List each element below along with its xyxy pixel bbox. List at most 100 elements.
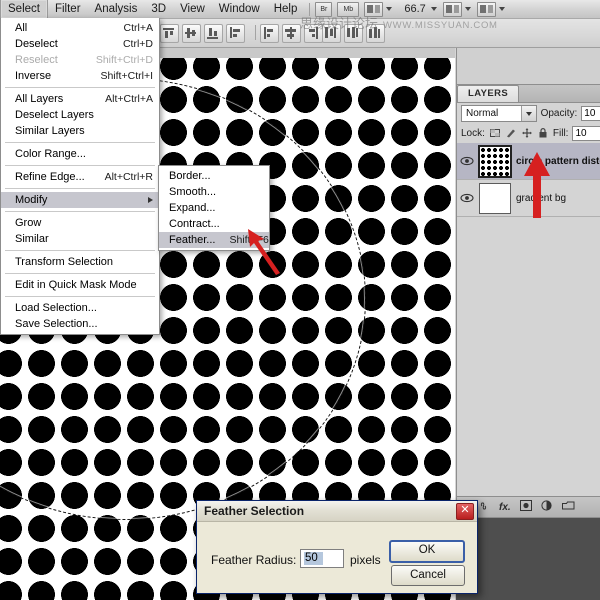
- link-icon[interactable]: [477, 501, 490, 514]
- cancel-button[interactable]: Cancel: [391, 565, 465, 586]
- options-divider: [255, 25, 256, 40]
- opacity-input[interactable]: 10: [581, 105, 600, 121]
- menu-item-label: Reselect: [15, 54, 58, 66]
- menu-help[interactable]: Help: [267, 0, 305, 18]
- menu-item-color-range[interactable]: Color Range...: [1, 146, 159, 162]
- menu-separator: [5, 87, 155, 88]
- feather-radius-label: Feather Radius:: [211, 553, 297, 567]
- dialog-title-bar[interactable]: Feather Selection ✕: [197, 501, 477, 522]
- feather-radius-value: 50: [304, 552, 323, 565]
- menu-item-label: Color Range...: [15, 148, 86, 160]
- chevron-down-icon[interactable]: [520, 105, 536, 121]
- menu-item-label: Grow: [15, 217, 42, 229]
- menu-separator: [5, 273, 155, 274]
- menu-item-similar-layers[interactable]: Similar Layers: [1, 123, 159, 139]
- menu-item-label: All Layers: [15, 93, 64, 105]
- menu-separator: [5, 142, 155, 143]
- menu-item-label: Deselect: [15, 38, 58, 50]
- submenu-item-label: Smooth...: [169, 186, 217, 198]
- layer-mask-icon[interactable]: [519, 500, 532, 514]
- align-left-edges-icon[interactable]: [226, 24, 245, 43]
- align-bottom-edges-icon[interactable]: [204, 24, 223, 43]
- menu-item-refine-edge[interactable]: Refine Edge... Alt+Ctrl+R: [1, 169, 159, 185]
- menu-item-all[interactable]: All Ctrl+A: [1, 20, 159, 36]
- submenu-item-border[interactable]: Border...: [159, 168, 269, 184]
- submenu-item-expand[interactable]: Expand...: [159, 200, 269, 216]
- chevron-down-icon[interactable]: [464, 7, 471, 11]
- align-vertical-centers-icon[interactable]: [182, 24, 201, 43]
- layer-thumbnail[interactable]: [479, 182, 511, 214]
- feather-selection-dialog[interactable]: Feather Selection ✕ Feather Radius: 50 p…: [196, 500, 478, 594]
- align-horizontal-left-icon[interactable]: [260, 24, 279, 43]
- menu-item-all-layers[interactable]: All Layers Alt+Ctrl+A: [1, 91, 159, 107]
- menu-item-load-selection[interactable]: Load Selection...: [1, 300, 159, 316]
- layers-panel-footer[interactable]: fx.: [457, 496, 600, 517]
- chevron-right-icon: [148, 197, 153, 203]
- align-horizontal-centers-icon[interactable]: [282, 24, 301, 43]
- fill-input[interactable]: 10: [572, 125, 600, 141]
- menu-item-edit-in-quick-mask-mode[interactable]: Edit in Quick Mask Mode: [1, 277, 159, 293]
- menu-select[interactable]: Select: [0, 0, 48, 18]
- ok-button[interactable]: OK: [389, 540, 465, 563]
- menu-view[interactable]: View: [173, 0, 212, 18]
- chevron-down-icon[interactable]: [386, 7, 393, 11]
- eye-icon[interactable]: [460, 154, 474, 168]
- menu-separator: [5, 165, 155, 166]
- blend-mode-row[interactable]: Normal Opacity: 10: [457, 103, 600, 123]
- chevron-down-icon[interactable]: [498, 7, 505, 11]
- menu-separator: [5, 296, 155, 297]
- menu-3d[interactable]: 3D: [144, 0, 173, 18]
- menu-item-label: Inverse: [15, 70, 52, 82]
- menu-item-similar[interactable]: Similar: [1, 231, 159, 247]
- opacity-label: Opacity:: [540, 107, 578, 119]
- menu-item-label: Similar: [15, 233, 49, 245]
- menu-item-label: All: [15, 22, 28, 34]
- new-group-icon[interactable]: [561, 501, 575, 514]
- lock-row[interactable]: Lock: Fill: 10: [457, 123, 600, 143]
- align-top-edges-icon[interactable]: [160, 24, 179, 43]
- adjustment-layer-icon[interactable]: [541, 500, 553, 514]
- dialog-title: Feather Selection: [204, 504, 305, 518]
- menu-item-shortcut: Ctrl+D: [122, 38, 153, 50]
- menu-window[interactable]: Window: [212, 0, 267, 18]
- annotation-arrow-layer: [524, 152, 550, 218]
- layer-thumbnail[interactable]: [478, 144, 512, 178]
- menu-item-label: Load Selection...: [15, 302, 97, 314]
- lock-all-icon[interactable]: [537, 127, 549, 139]
- lock-position-icon[interactable]: [521, 127, 533, 139]
- fx-icon[interactable]: fx.: [499, 502, 511, 513]
- close-icon[interactable]: ✕: [456, 502, 474, 520]
- menu-item-save-selection[interactable]: Save Selection...: [1, 316, 159, 332]
- annotation-arrow-feather: [248, 229, 280, 275]
- menu-item-deselect[interactable]: Deselect Ctrl+D: [1, 36, 159, 52]
- layers-panel-tabbar[interactable]: LAYERS: [457, 85, 600, 103]
- menu-item-label: Transform Selection: [15, 256, 114, 268]
- feather-radius-input[interactable]: 50: [300, 549, 344, 568]
- tab-layers[interactable]: LAYERS: [457, 85, 520, 102]
- blend-mode-select[interactable]: Normal: [461, 104, 537, 122]
- menu-item-deselect-layers[interactable]: Deselect Layers: [1, 107, 159, 123]
- menu-item-transform-selection[interactable]: Transform Selection: [1, 254, 159, 270]
- chevron-down-icon[interactable]: [430, 7, 437, 11]
- watermark-url-text: WWW.MISSYUAN.COM: [383, 20, 498, 31]
- submenu-item-label: Expand...: [169, 202, 216, 214]
- menu-separator: [5, 188, 155, 189]
- menu-item-label: Deselect Layers: [15, 109, 94, 121]
- watermark-cn-text: 思缘设计论坛: [300, 17, 379, 32]
- menu-item-grow[interactable]: Grow: [1, 215, 159, 231]
- submenu-item-label: Border...: [169, 170, 211, 182]
- menu-analysis[interactable]: Analysis: [88, 0, 145, 18]
- menu-item-inverse[interactable]: Inverse Shift+Ctrl+I: [1, 68, 159, 84]
- lock-transparent-pixels-icon[interactable]: [489, 127, 501, 139]
- submenu-item-label: Contract...: [169, 218, 220, 230]
- menu-item-modify[interactable]: Modify: [1, 192, 159, 208]
- watermark: 思缘设计论坛 WWW.MISSYUAN.COM: [300, 13, 498, 32]
- menu-item-label: Similar Layers: [15, 125, 85, 137]
- eye-icon[interactable]: [460, 191, 474, 205]
- submenu-item-smooth[interactable]: Smooth...: [159, 184, 269, 200]
- lock-image-pixels-icon[interactable]: [505, 127, 517, 139]
- menu-filter[interactable]: Filter: [48, 0, 88, 18]
- menu-item-label: Save Selection...: [15, 318, 98, 330]
- align-vertical-group[interactable]: [160, 24, 245, 43]
- select-menu-dropdown[interactable]: All Ctrl+A Deselect Ctrl+D Reselect Shift+Ctr…: [0, 18, 160, 335]
